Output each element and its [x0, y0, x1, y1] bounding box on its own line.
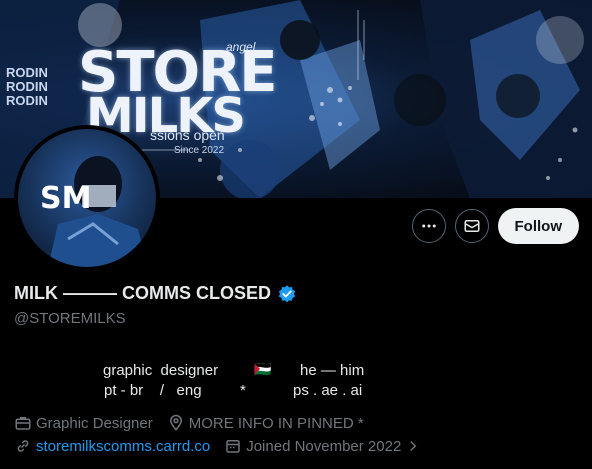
banner-rodin-text: RODIN RODIN RODIN	[6, 65, 48, 108]
username-handle: @STOREMILKS	[14, 310, 126, 327]
category-label: Graphic Designer	[36, 414, 153, 432]
avatar-monogram: SM	[40, 181, 92, 216]
chevron-right-icon[interactable]	[404, 437, 422, 455]
mail-icon	[464, 220, 479, 232]
website-item[interactable]: storemilkscomms.carrd.co	[14, 437, 210, 455]
joined-item: Joined November 2022	[224, 437, 422, 455]
banner-subtitle: ssions open	[150, 127, 225, 143]
profile-name-row: MILK ——— COMMS CLOSED	[14, 283, 297, 304]
more-button[interactable]	[411, 209, 446, 243]
link-icon	[17, 440, 29, 452]
profile-meta-row-2: storemilkscomms.carrd.co Joined November…	[14, 437, 436, 455]
briefcase-icon	[15, 417, 31, 430]
category-item: Graphic Designer	[14, 414, 153, 432]
bio-line2-right: ps . ae . ai	[293, 382, 363, 399]
location-item: MORE INFO IN PINNED *	[167, 414, 364, 432]
palestine-flag-icon: 🇵🇸	[254, 361, 272, 377]
calendar-icon	[226, 440, 240, 453]
message-button[interactable]	[454, 209, 489, 243]
more-icon	[421, 224, 436, 228]
verified-badge-icon[interactable]	[277, 284, 297, 304]
joined-date: Joined November 2022	[246, 437, 402, 455]
follow-button[interactable]: Follow	[497, 208, 579, 244]
avatar[interactable]: SM	[14, 125, 160, 271]
display-name: MILK ——— COMMS CLOSED	[14, 283, 271, 303]
bio-line2-mid: *	[240, 382, 246, 399]
website-link[interactable]: storemilkscomms.carrd.co	[36, 438, 210, 455]
profile-meta-row-1: Graphic Designer MORE INFO IN PINNED *	[14, 414, 378, 432]
bio-line1-left: graphic designer	[103, 362, 219, 379]
profile-actions: Follow	[411, 208, 579, 244]
bio-line2-left: pt - br / eng	[104, 382, 202, 399]
location-label: MORE INFO IN PINNED *	[188, 414, 364, 432]
location-pin-icon	[169, 414, 182, 431]
bio-line1-right: he — him	[300, 362, 365, 379]
banner-year: Since 2022	[174, 145, 225, 156]
